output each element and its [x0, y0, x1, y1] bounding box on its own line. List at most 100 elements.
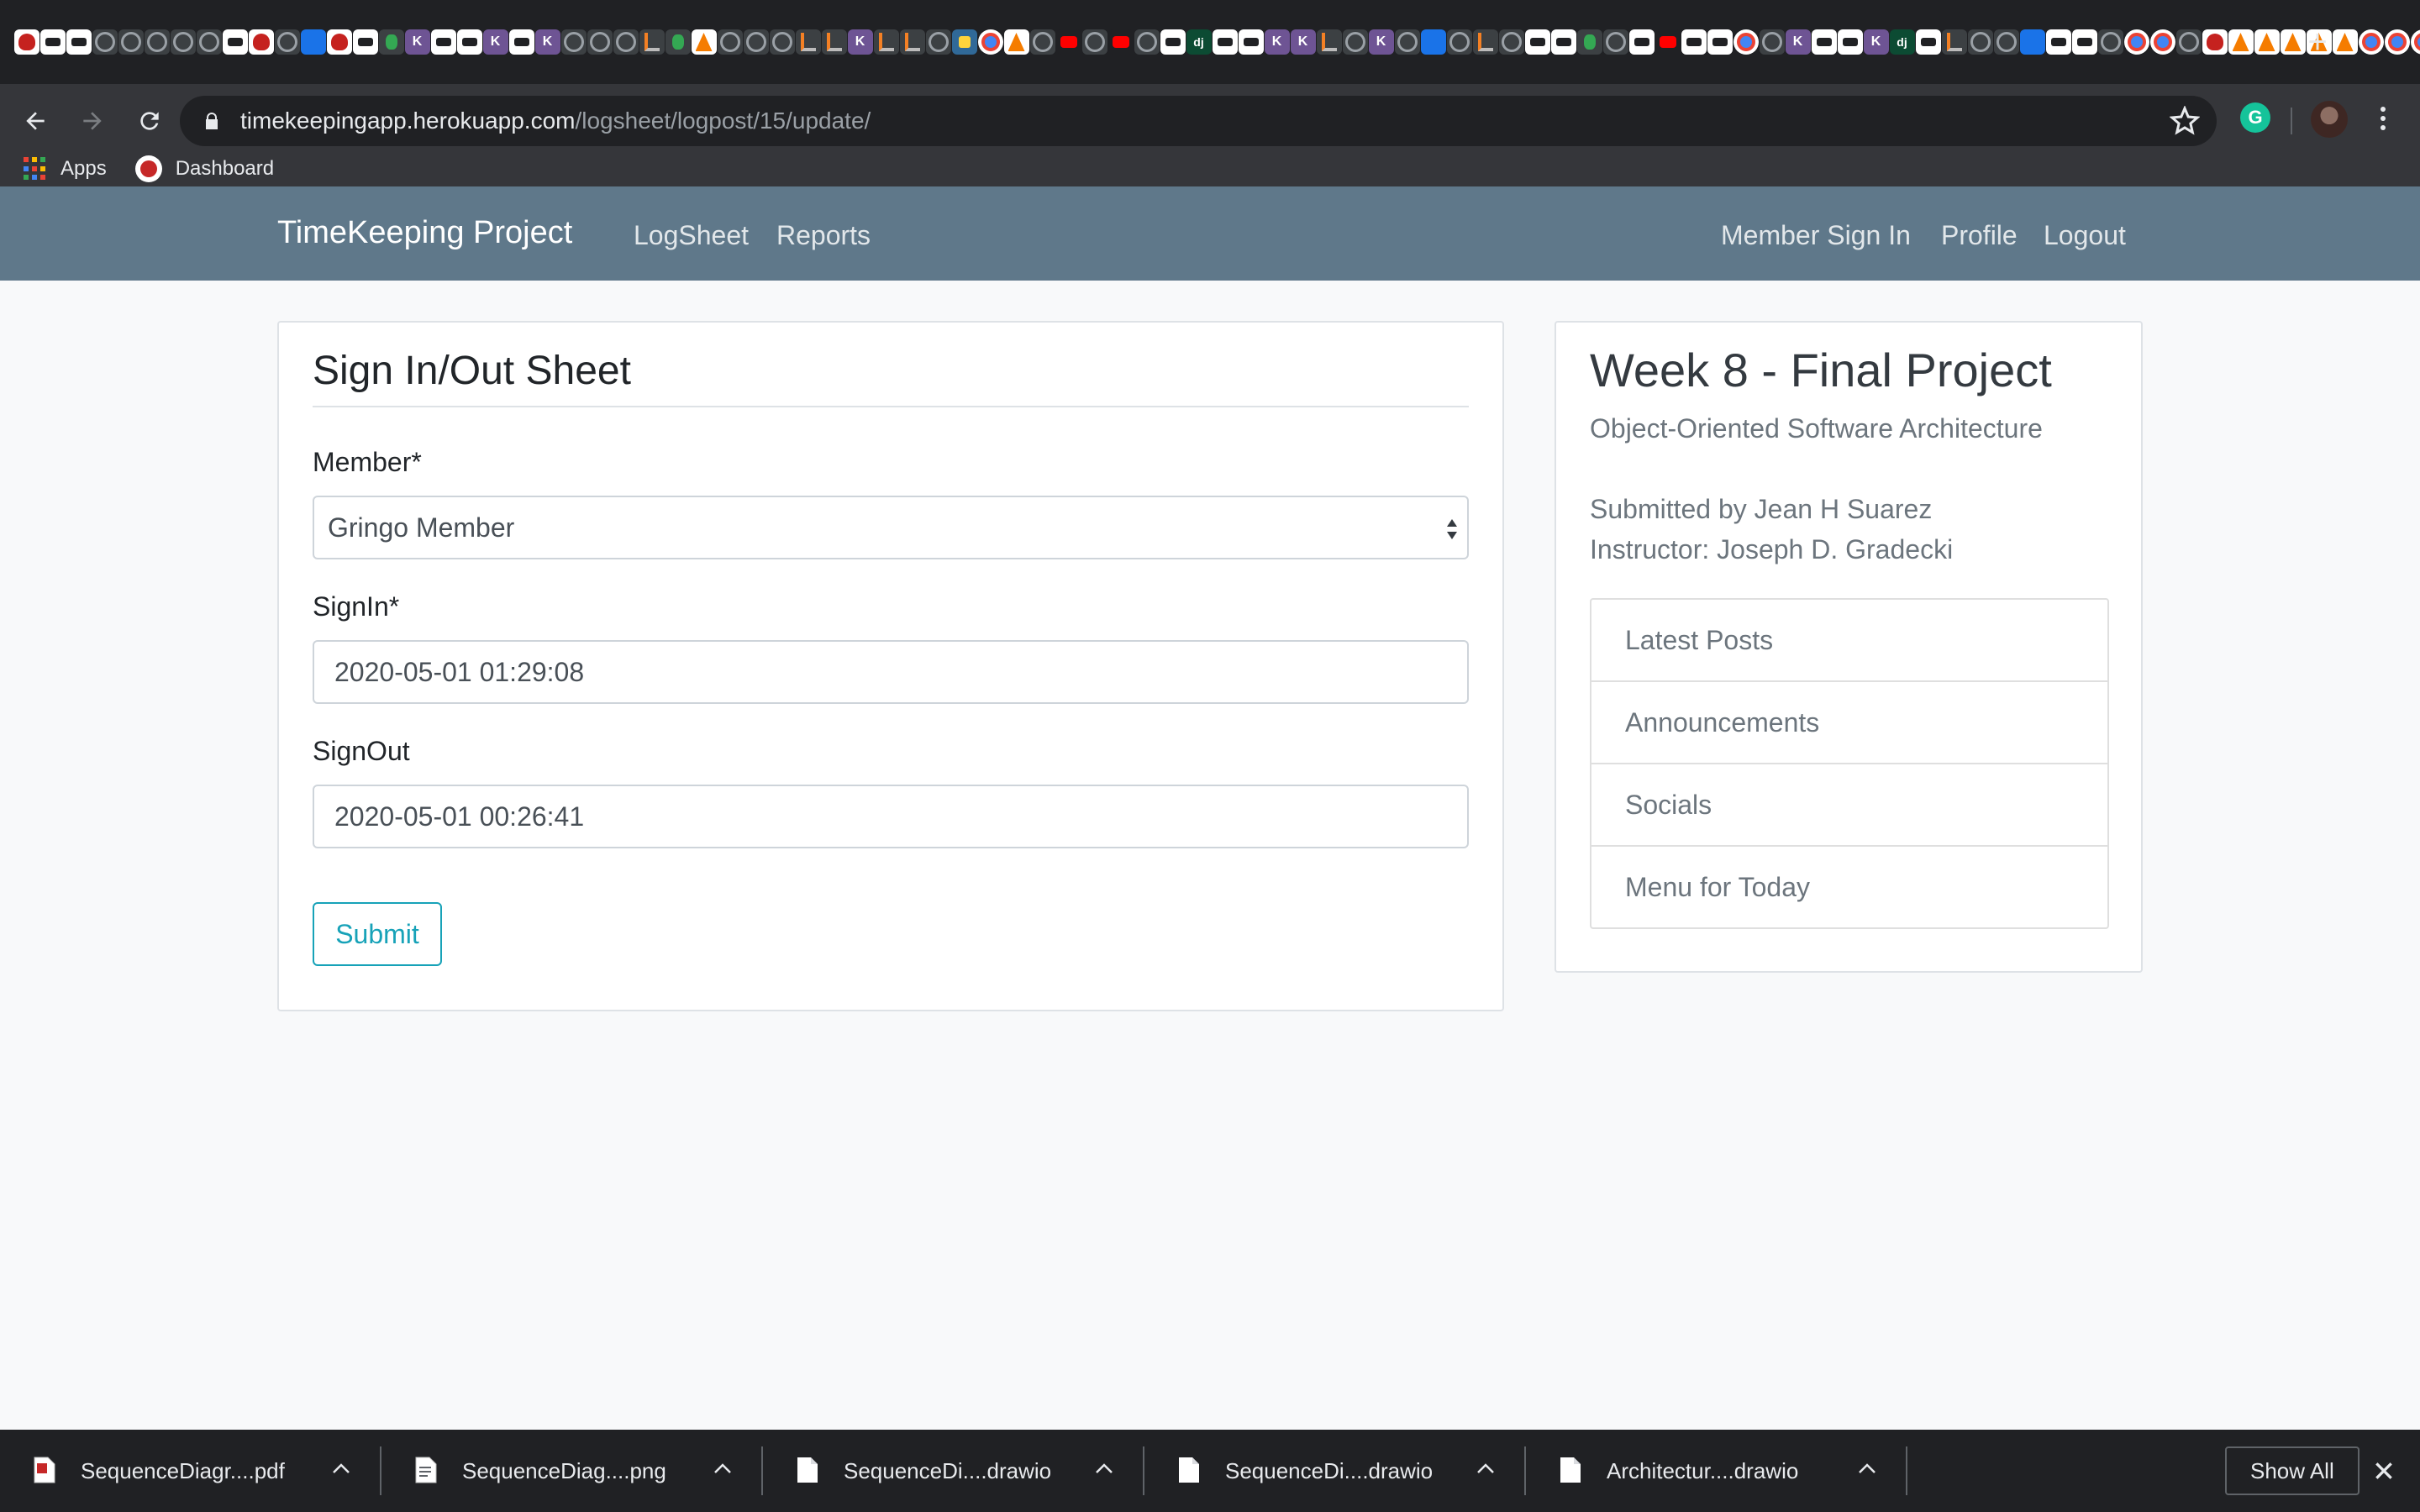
tab-favicon-white-icon[interactable]: [1550, 29, 1576, 55]
tab-favicon-white-icon[interactable]: [1811, 29, 1837, 55]
tab-favicon-white-icon[interactable]: [2045, 29, 2071, 55]
tab-favicon-white-icon[interactable]: [1238, 29, 1264, 55]
tab-favicon-red-icon[interactable]: [248, 29, 274, 55]
tab-favicon-white-icon[interactable]: [66, 29, 92, 55]
tab-favicon-k-icon[interactable]: K: [1863, 29, 1889, 55]
tab-favicon-white-icon[interactable]: [39, 29, 66, 55]
tab-favicon-gh-icon[interactable]: [1446, 29, 1472, 55]
tab-favicon-gh-icon[interactable]: [717, 29, 743, 55]
tab-favicon-gh-icon[interactable]: [1498, 29, 1524, 55]
tab-favicon-green-icon[interactable]: [1576, 29, 1602, 55]
tab-favicon-gh-icon[interactable]: [2175, 29, 2202, 55]
tab-favicon-chrome-icon[interactable]: [2410, 29, 2420, 55]
tab-favicon-gh-icon[interactable]: [1081, 29, 1107, 55]
tab-favicon-orange-icon[interactable]: [2228, 29, 2254, 55]
profile-avatar[interactable]: [2311, 101, 2348, 138]
tab-favicon-white-icon[interactable]: [2071, 29, 2097, 55]
grammarly-extension-icon[interactable]: G: [2240, 102, 2270, 133]
tab-favicon-gh-icon[interactable]: [144, 29, 170, 55]
download-item[interactable]: SequenceDiagr....pdf: [0, 1430, 381, 1512]
tab-favicon-red-icon[interactable]: [13, 29, 39, 55]
tab-favicon-k-icon[interactable]: K: [534, 29, 560, 55]
tab-favicon-gh-icon[interactable]: [560, 29, 587, 55]
tab-favicon-so-icon[interactable]: [1472, 29, 1498, 55]
sidebar-item-latest-posts[interactable]: Latest Posts: [1591, 600, 2107, 682]
tab-favicon-so-icon[interactable]: [1941, 29, 1967, 55]
tab-favicon-gh-icon[interactable]: [196, 29, 222, 55]
tab-favicon-red-icon[interactable]: [2202, 29, 2228, 55]
close-icon[interactable]: [2373, 1460, 2395, 1482]
tab-favicon-k-icon[interactable]: K: [1290, 29, 1316, 55]
tab-favicon-gh-icon[interactable]: [1602, 29, 1628, 55]
tab-favicon-chrome-icon[interactable]: [1733, 29, 1759, 55]
tab-favicon-dj-icon[interactable]: dj: [1889, 29, 1915, 55]
member-select[interactable]: Gringo Member: [313, 496, 1469, 559]
submit-button[interactable]: Submit: [313, 902, 442, 966]
tab-favicon-white-icon[interactable]: [430, 29, 456, 55]
tab-favicon-blue-icon[interactable]: [2019, 29, 2045, 55]
tab-favicon-gh-icon[interactable]: [1759, 29, 1785, 55]
sidebar-item-announcements[interactable]: Announcements: [1591, 682, 2107, 764]
bookmark-star-icon[interactable]: [2170, 106, 2200, 136]
download-item[interactable]: SequenceDi....drawio: [1144, 1430, 1526, 1512]
tab-favicon-chrome-icon[interactable]: [977, 29, 1003, 55]
download-item[interactable]: Architectur....drawio: [1526, 1430, 1907, 1512]
chevron-up-icon[interactable]: [1094, 1460, 1114, 1477]
tab-favicon-blue-icon[interactable]: [1420, 29, 1446, 55]
tab-favicon-white-icon[interactable]: [1837, 29, 1863, 55]
sidebar-item-socials[interactable]: Socials: [1591, 764, 2107, 847]
tab-favicon-gh-icon[interactable]: [769, 29, 795, 55]
nav-link-logsheet[interactable]: LogSheet: [634, 220, 749, 251]
tab-favicon-gh-icon[interactable]: [92, 29, 118, 55]
tab-favicon-gh-icon[interactable]: [1993, 29, 2019, 55]
tab-favicon-yt-icon[interactable]: [1055, 29, 1081, 55]
nav-link-member-sign-in[interactable]: Member Sign In: [1721, 220, 1911, 251]
tab-favicon-orange-icon[interactable]: [2332, 29, 2358, 55]
bookmark-apps[interactable]: Apps: [24, 157, 107, 181]
chevron-up-icon[interactable]: [1857, 1460, 1877, 1477]
tab-favicon-orange-icon[interactable]: [2254, 29, 2280, 55]
tab-favicon-gh-icon[interactable]: [1029, 29, 1055, 55]
tab-favicon-gh-icon[interactable]: [274, 29, 300, 55]
tab-favicon-gh-icon[interactable]: [1967, 29, 1993, 55]
tab-favicon-dj-icon[interactable]: dj: [1186, 29, 1212, 55]
signin-input[interactable]: 2020-05-01 01:29:08: [313, 640, 1469, 704]
tab-favicon-white-icon[interactable]: [352, 29, 378, 55]
tab-favicon-gh-icon[interactable]: [925, 29, 951, 55]
tab-favicon-white-icon[interactable]: [1212, 29, 1238, 55]
download-item[interactable]: SequenceDiag....png: [381, 1430, 763, 1512]
tab-favicon-so-icon[interactable]: [639, 29, 665, 55]
tab-favicon-orange-icon[interactable]: [691, 29, 717, 55]
tab-favicon-k-icon[interactable]: K: [1368, 29, 1394, 55]
navbar-brand[interactable]: TimeKeeping Project: [277, 215, 572, 251]
tab-favicon-chrome-icon[interactable]: [2149, 29, 2175, 55]
tab-favicon-chrome-icon[interactable]: [2358, 29, 2384, 55]
tab-favicon-gh-icon[interactable]: [743, 29, 769, 55]
tab-favicon-white-icon[interactable]: [1628, 29, 1655, 55]
download-item[interactable]: SequenceDi....drawio: [763, 1430, 1144, 1512]
nav-link-profile[interactable]: Profile: [1941, 220, 2018, 251]
tab-favicon-gh-icon[interactable]: [1342, 29, 1368, 55]
tab-favicon-gh-icon[interactable]: [118, 29, 144, 55]
browser-menu-icon[interactable]: [2375, 102, 2391, 139]
tab-favicon-white-icon[interactable]: [508, 29, 534, 55]
tab-favicon-white-icon[interactable]: [222, 29, 248, 55]
new-tab-button[interactable]: +: [2299, 24, 2336, 60]
tab-favicon-yt-icon[interactable]: [1107, 29, 1134, 55]
show-all-downloads-button[interactable]: Show All: [2225, 1446, 2360, 1495]
tab-favicon-red-icon[interactable]: [326, 29, 352, 55]
nav-link-logout[interactable]: Logout: [2044, 220, 2126, 251]
tab-favicon-white-icon[interactable]: [1681, 29, 1707, 55]
tab-favicon-white-icon[interactable]: [456, 29, 482, 55]
signout-input[interactable]: 2020-05-01 00:26:41: [313, 785, 1469, 848]
tab-favicon-gh-icon[interactable]: [613, 29, 639, 55]
tab-favicon-gh-icon[interactable]: [170, 29, 196, 55]
tab-favicon-chrome-icon[interactable]: [2123, 29, 2149, 55]
tab-favicon-yt-icon[interactable]: [1655, 29, 1681, 55]
tab-favicon-gh-icon[interactable]: [2097, 29, 2123, 55]
address-bar[interactable]: timekeepingapp.herokuapp.com/logsheet/lo…: [180, 96, 2217, 146]
chevron-up-icon[interactable]: [1476, 1460, 1496, 1477]
tab-favicon-so-icon[interactable]: [1316, 29, 1342, 55]
sidebar-item-menu-for-today[interactable]: Menu for Today: [1591, 847, 2107, 927]
tab-favicon-white-icon[interactable]: [1915, 29, 1941, 55]
